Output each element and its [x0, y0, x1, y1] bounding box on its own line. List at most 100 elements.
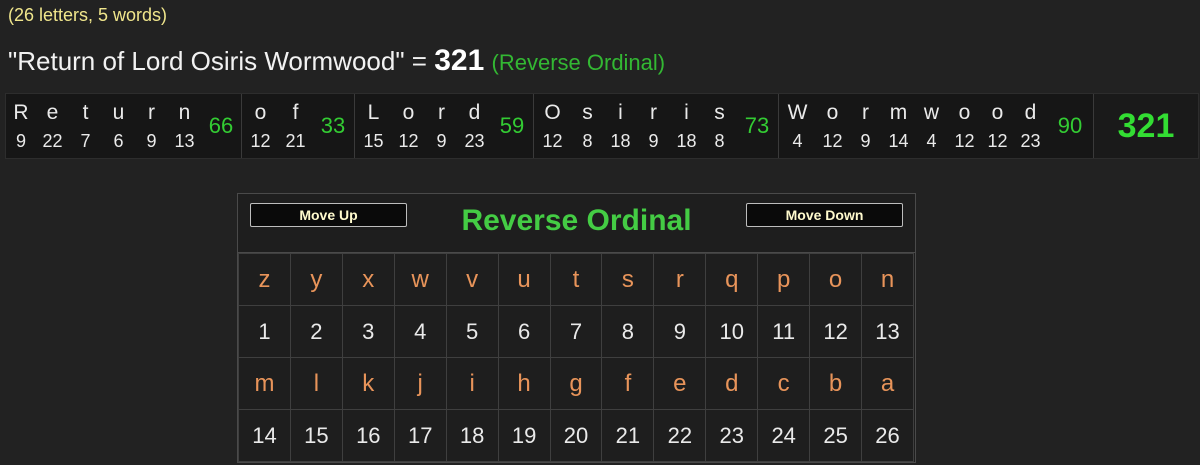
breakdown-letter: o	[826, 101, 839, 124]
breakdown-letter-value: 18	[610, 131, 631, 151]
cipher-value-cell: 1	[238, 305, 291, 358]
cipher-letter-cell: f	[601, 357, 655, 410]
breakdown-letter: e	[46, 101, 59, 124]
cipher-letter-cell: n	[861, 253, 914, 306]
breakdown-letter: r	[148, 101, 155, 124]
cipher-value-cell: 12	[809, 305, 863, 358]
breakdown-letter-value: 9	[860, 131, 871, 151]
breakdown-letter-cell: d 23	[1014, 94, 1047, 158]
cipher-value-cell: 17	[393, 409, 447, 462]
cipher-value-cell: 15	[289, 409, 343, 462]
breakdown-letter-value: 21	[285, 131, 306, 151]
breakdown-letter-cell: R9	[6, 94, 36, 158]
cipher-value-row: 1 2 3 4 5 6 7 8 9 10 11 12 13	[238, 305, 914, 358]
breakdown-letter: i	[618, 101, 623, 124]
cipher-value-cell: 20	[549, 409, 603, 462]
cipher-letter-cell: b	[809, 357, 863, 410]
cipher-letter-cell: k	[341, 357, 395, 410]
breakdown-letter-cell: i 18	[604, 94, 637, 158]
breakdown-letter-cell: e 22	[36, 94, 69, 158]
breakdown-letter-cell: w4	[915, 94, 948, 158]
grand-total: 321	[1094, 94, 1198, 158]
word-sum: 73	[744, 113, 770, 138]
word-sum: 66	[208, 113, 234, 138]
cipher-value-cell: 23	[705, 409, 759, 462]
cipher-value-cell: 2	[289, 305, 343, 358]
breakdown-letter: r	[438, 101, 445, 124]
breakdown-letter-value: 7	[80, 131, 91, 151]
breakdown-letter: s	[582, 101, 593, 124]
cipher-letter-cell: h	[497, 357, 551, 410]
breakdown-letter-cell: o 12	[242, 94, 279, 158]
cipher-value-cell: 5	[445, 305, 499, 358]
cipher-letter-cell: c	[757, 357, 811, 410]
breakdown-letter-value: 8	[714, 131, 725, 151]
breakdown-letter-cell: u6	[102, 94, 135, 158]
breakdown-letter-value: 13	[174, 131, 195, 151]
cipher-value-cell: 3	[341, 305, 395, 358]
word-sum: 90	[1057, 113, 1083, 138]
cipher-letter-cell: t	[549, 253, 603, 306]
breakdown-letter-value: 12	[822, 131, 843, 151]
breakdown-letter-cell: t7	[69, 94, 102, 158]
cipher-value-cell: 11	[757, 305, 811, 358]
breakdown-letter-value: 14	[888, 131, 909, 151]
breakdown-letter-value: 6	[113, 131, 124, 151]
breakdown-letter: L	[367, 101, 380, 124]
breakdown-letter: o	[254, 101, 267, 124]
breakdown-letter-value: 8	[582, 131, 593, 151]
cipher-value-cell: 19	[497, 409, 551, 462]
cipher-value-cell: 14	[238, 409, 291, 462]
breakdown-letter-cell: o 12	[981, 94, 1014, 158]
cipher-letter-cell: r	[653, 253, 707, 306]
cipher-chart-panel: Move Up Reverse Ordinal Move Down zyxwvu…	[237, 193, 916, 463]
word-sum: 33	[320, 113, 346, 138]
breakdown-letter: n	[178, 101, 191, 124]
move-down-button[interactable]: Move Down	[746, 203, 903, 227]
cipher-value-cell: 4	[393, 305, 447, 358]
cipher-letter-cell: s	[601, 253, 655, 306]
cipher-value-row: 14 15 16 17 18 19 20 21 22 23 24 25 26	[238, 409, 914, 462]
breakdown-letter-cell: s8	[703, 94, 736, 158]
breakdown-letter: d	[1024, 101, 1037, 124]
breakdown-letter-value: 4	[926, 131, 937, 151]
breakdown-letter: f	[292, 101, 299, 124]
breakdown-letter: o	[958, 101, 971, 124]
breakdown-letter-cell: o 12	[816, 94, 849, 158]
cipher-value-cell: 22	[653, 409, 707, 462]
cipher-letter-cell: w	[393, 253, 447, 306]
cipher-letter-cell: z	[238, 253, 291, 306]
cipher-letter-cell: v	[445, 253, 499, 306]
breakdown-letter-cell: m 14	[882, 94, 915, 158]
cipher-letter-cell: j	[393, 357, 447, 410]
letter-word-count: (26 letters, 5 words)	[8, 5, 168, 25]
cipher-letter-cell: a	[861, 357, 914, 410]
word-breakdown-bar: R 9 e 22 t 7 u 6 r 9 n 13 66 o 12 f 21 33 L 15 o 12 r 9 d 23 59 O 12…	[5, 93, 1199, 159]
cipher-letter-cell: d	[705, 357, 759, 410]
breakdown-letter: d	[468, 101, 481, 124]
breakdown-letter-cell: f 21	[279, 94, 312, 158]
breakdown-letter: O	[544, 101, 561, 124]
cipher-value-cell: 7	[549, 305, 603, 358]
cipher-letter-cell: g	[549, 357, 603, 410]
breakdown-letter: o	[991, 101, 1004, 124]
phrase-cipher-name: (Reverse Ordinal)	[491, 50, 666, 75]
breakdown-letter-value: 12	[954, 131, 975, 151]
cipher-value-cell: 6	[497, 305, 551, 358]
cipher-letter-cell: l	[289, 357, 343, 410]
breakdown-letter: s	[714, 101, 725, 124]
cipher-letter-cell: q	[705, 253, 759, 306]
breakdown-letter-cell: r9	[637, 94, 670, 158]
breakdown-letter: r	[650, 101, 657, 124]
cipher-value-cell: 10	[705, 305, 759, 358]
cipher-value-cell: 25	[809, 409, 863, 462]
cipher-value-cell: 8	[601, 305, 655, 358]
breakdown-letter-value: 9	[648, 131, 659, 151]
cipher-chart-header: Move Up Reverse Ordinal Move Down	[238, 194, 915, 253]
word-sum: 59	[499, 113, 525, 138]
cipher-letter-cell: u	[497, 253, 551, 306]
breakdown-letter-value: 18	[676, 131, 697, 151]
breakdown-letter-cell: o 12	[948, 94, 981, 158]
cipher-letter-cell: m	[238, 357, 291, 410]
breakdown-letter-cell: s8	[571, 94, 604, 158]
